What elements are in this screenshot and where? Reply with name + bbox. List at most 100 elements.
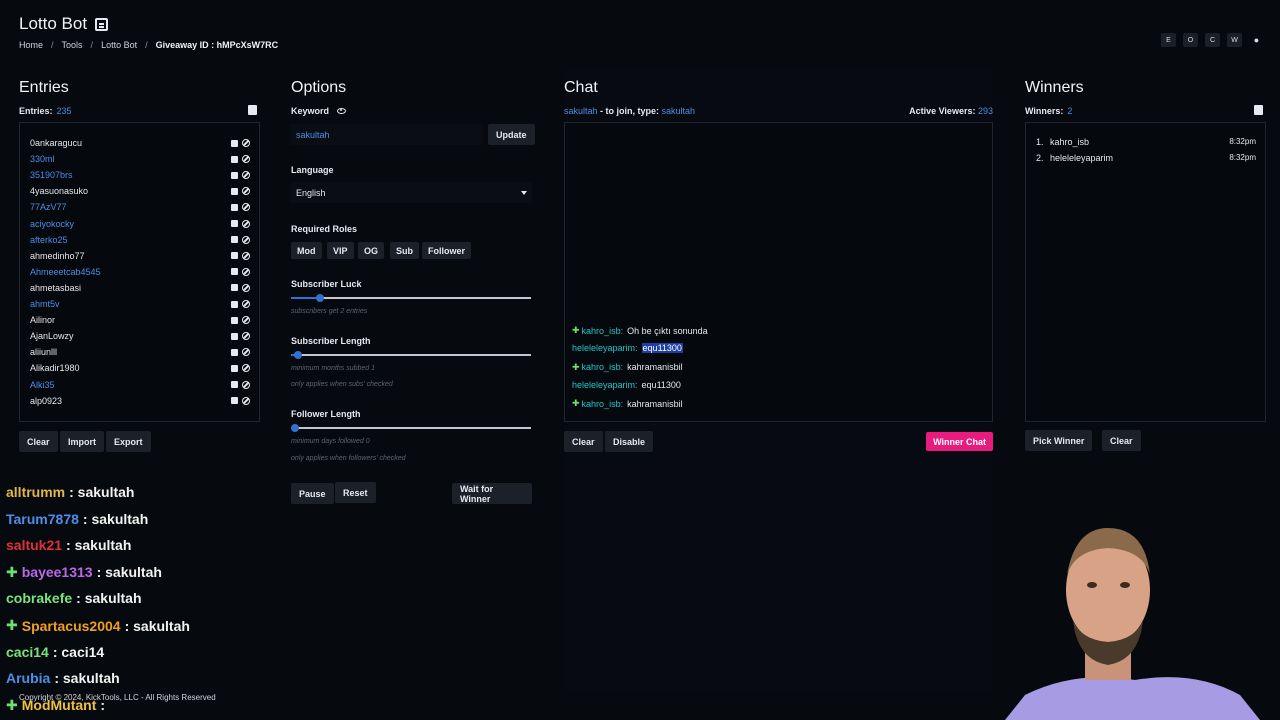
- list-item[interactable]: afterko25: [30, 232, 250, 248]
- list-item[interactable]: alp0923: [30, 393, 250, 409]
- ban-icon[interactable]: [242, 332, 250, 341]
- square-icon[interactable]: [231, 236, 238, 244]
- copy-icon[interactable]: [1254, 105, 1263, 115]
- list-item[interactable]: aliiunlll: [30, 344, 250, 360]
- chat-panel: Chat sakultah - to join, type: sakultah …: [564, 70, 993, 690]
- square-icon[interactable]: [231, 203, 238, 211]
- square-icon[interactable]: [231, 268, 238, 276]
- chat-username[interactable]: kahro_isb:: [582, 362, 624, 372]
- disable-button[interactable]: Disable: [605, 431, 654, 452]
- ban-icon[interactable]: [242, 171, 250, 180]
- chat-username[interactable]: kahro_isb:: [582, 399, 624, 409]
- wait-for-winner-button[interactable]: Wait for Winner: [452, 483, 532, 504]
- breadcrumb-home[interactable]: Home: [19, 40, 43, 50]
- app-title: Lotto Bot: [19, 14, 109, 34]
- list-item[interactable]: ahmt5v: [30, 296, 250, 312]
- ban-icon[interactable]: [242, 380, 250, 389]
- square-icon[interactable]: [231, 155, 238, 163]
- ban-icon[interactable]: [242, 139, 250, 147]
- import-button[interactable]: Import: [60, 431, 104, 452]
- square-icon[interactable]: [231, 187, 238, 195]
- ban-icon[interactable]: [242, 396, 250, 405]
- ban-icon[interactable]: [242, 203, 250, 212]
- slider-thumb[interactable]: [291, 424, 299, 432]
- slider-thumb[interactable]: [315, 294, 324, 302]
- export-button[interactable]: Export: [106, 431, 151, 452]
- pick-winner-button[interactable]: Pick Winner: [1025, 430, 1093, 451]
- o-icon[interactable]: O: [1183, 33, 1198, 47]
- square-icon[interactable]: [231, 332, 238, 340]
- eye-icon[interactable]: [337, 108, 347, 114]
- pause-button[interactable]: Pause: [291, 483, 334, 504]
- chat-clear-button[interactable]: Clear: [564, 431, 603, 452]
- square-icon[interactable]: [231, 364, 238, 372]
- ban-icon[interactable]: [242, 267, 250, 276]
- list-item[interactable]: 4yasuonasuko: [30, 183, 250, 199]
- ban-icon[interactable]: [242, 283, 250, 292]
- list-item[interactable]: Ailinor: [30, 312, 250, 328]
- ban-icon[interactable]: [242, 219, 250, 228]
- list-item[interactable]: 0ankaragucu: [30, 135, 250, 151]
- chat-username[interactable]: kahro_isb:: [582, 326, 624, 336]
- list-item[interactable]: Ahmeeetcab4545: [30, 264, 250, 280]
- breadcrumb-tools[interactable]: Tools: [62, 40, 83, 50]
- square-icon[interactable]: [231, 220, 238, 227]
- ban-icon[interactable]: [242, 251, 250, 260]
- ban-icon[interactable]: [242, 155, 250, 164]
- ban-icon[interactable]: [242, 300, 250, 308]
- entries-list[interactable]: 0ankaragucu 330ml 351907brs 4yasuonasuko 77A…: [19, 122, 260, 422]
- chat-username[interactable]: heleleleyaparim:: [572, 343, 638, 353]
- role-og-button[interactable]: OG: [358, 242, 385, 259]
- breadcrumb-current[interactable]: Lotto Bot: [101, 40, 137, 50]
- options-title: Options: [291, 79, 347, 96]
- square-icon[interactable]: [231, 381, 238, 388]
- list-item[interactable]: aciyokocky: [30, 216, 250, 232]
- c-icon[interactable]: C: [1205, 33, 1220, 47]
- square-icon[interactable]: [231, 397, 238, 405]
- list-item[interactable]: 77AzV77: [30, 199, 250, 215]
- follower-length-slider[interactable]: [291, 424, 531, 432]
- role-sub-button[interactable]: Sub: [390, 242, 419, 259]
- square-icon[interactable]: [231, 316, 238, 324]
- reset-button[interactable]: Reset: [335, 482, 376, 503]
- entry-name: Ailinor: [30, 315, 56, 326]
- ban-icon[interactable]: [242, 364, 250, 373]
- list-item[interactable]: AjanLowzy: [30, 328, 250, 344]
- winners-clear-button[interactable]: Clear: [1102, 430, 1141, 451]
- copy-icon[interactable]: [248, 105, 257, 115]
- role-mod-button[interactable]: Mod: [291, 242, 322, 259]
- list-item[interactable]: ahmetasbasi: [30, 280, 250, 296]
- ban-icon[interactable]: [242, 235, 250, 244]
- winner-chat-button[interactable]: Winner Chat: [926, 432, 993, 451]
- winners-list[interactable]: 1. kahro_isb 8:32pm 2. heleleleyaparim 8:32pm: [1025, 122, 1266, 422]
- square-icon[interactable]: [231, 171, 238, 179]
- keyword-input[interactable]: sakultah: [291, 124, 483, 145]
- square-icon[interactable]: [231, 252, 238, 260]
- list-item[interactable]: 330ml: [30, 151, 250, 167]
- w-icon[interactable]: W: [1227, 33, 1242, 47]
- ban-icon[interactable]: [242, 348, 250, 357]
- list-item[interactable]: 351907brs: [30, 167, 250, 183]
- ban-icon[interactable]: [242, 316, 250, 325]
- role-vip-button[interactable]: VIP: [327, 242, 354, 259]
- e-icon[interactable]: E: [1161, 33, 1176, 47]
- square-icon[interactable]: [231, 348, 238, 356]
- chat-log[interactable]: ✚ kahro_isb: Oh be çıktı sonunda heleleleya…: [564, 122, 993, 422]
- entries-clear-button[interactable]: Clear: [19, 431, 58, 452]
- subscriber-luck-slider[interactable]: [291, 294, 531, 302]
- square-icon[interactable]: [231, 284, 238, 292]
- list-item[interactable]: ahmedinho77: [30, 248, 250, 264]
- square-icon[interactable]: [231, 300, 238, 308]
- badge-cross-icon: ✚: [6, 617, 18, 633]
- role-follower-button[interactable]: Follower: [422, 242, 472, 259]
- list-item[interactable]: Alki35: [30, 377, 250, 393]
- subscriber-length-slider[interactable]: [291, 351, 531, 359]
- square-icon[interactable]: [231, 139, 238, 147]
- update-button[interactable]: Update: [488, 124, 535, 145]
- ban-icon[interactable]: [242, 187, 250, 196]
- chat-username[interactable]: heleleleyaparim:: [572, 380, 638, 390]
- list-item[interactable]: Alikadir1980: [30, 360, 250, 376]
- language-select[interactable]: English: [291, 182, 532, 203]
- status-dot-icon[interactable]: ●: [1249, 33, 1264, 47]
- slider-thumb[interactable]: [294, 351, 303, 359]
